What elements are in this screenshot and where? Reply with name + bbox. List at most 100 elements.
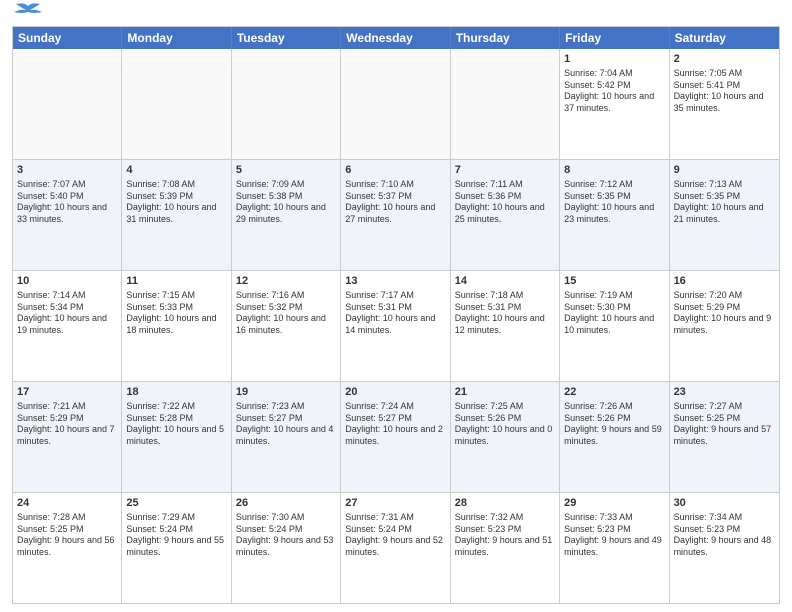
- day-number: 6: [345, 163, 445, 178]
- day-info: Sunrise: 7:27 AM Sunset: 5:25 PM Dayligh…: [674, 401, 775, 448]
- day-info: Sunrise: 7:04 AM Sunset: 5:42 PM Dayligh…: [564, 68, 664, 115]
- day-number: 24: [17, 496, 117, 511]
- day-number: 21: [455, 385, 555, 400]
- weekday-header-thursday: Thursday: [451, 27, 560, 49]
- day-info: Sunrise: 7:08 AM Sunset: 5:39 PM Dayligh…: [126, 179, 226, 226]
- day-info: Sunrise: 7:16 AM Sunset: 5:32 PM Dayligh…: [236, 290, 336, 337]
- logo: [12, 10, 42, 20]
- calendar-cell-day-24: 24Sunrise: 7:28 AM Sunset: 5:25 PM Dayli…: [13, 493, 122, 603]
- day-info: Sunrise: 7:07 AM Sunset: 5:40 PM Dayligh…: [17, 179, 117, 226]
- calendar-cell-day-3: 3Sunrise: 7:07 AM Sunset: 5:40 PM Daylig…: [13, 160, 122, 270]
- calendar-cell-day-2: 2Sunrise: 7:05 AM Sunset: 5:41 PM Daylig…: [670, 49, 779, 159]
- day-info: Sunrise: 7:34 AM Sunset: 5:23 PM Dayligh…: [674, 512, 775, 559]
- day-number: 11: [126, 274, 226, 289]
- day-number: 8: [564, 163, 664, 178]
- day-number: 18: [126, 385, 226, 400]
- day-number: 1: [564, 52, 664, 67]
- day-info: Sunrise: 7:33 AM Sunset: 5:23 PM Dayligh…: [564, 512, 664, 559]
- day-info: Sunrise: 7:10 AM Sunset: 5:37 PM Dayligh…: [345, 179, 445, 226]
- weekday-header-sunday: Sunday: [13, 27, 122, 49]
- day-number: 9: [674, 163, 775, 178]
- day-number: 15: [564, 274, 664, 289]
- calendar-cell-day-18: 18Sunrise: 7:22 AM Sunset: 5:28 PM Dayli…: [122, 382, 231, 492]
- day-info: Sunrise: 7:26 AM Sunset: 5:26 PM Dayligh…: [564, 401, 664, 448]
- calendar-header: SundayMondayTuesdayWednesdayThursdayFrid…: [13, 27, 779, 49]
- day-number: 10: [17, 274, 117, 289]
- calendar-cell-day-19: 19Sunrise: 7:23 AM Sunset: 5:27 PM Dayli…: [232, 382, 341, 492]
- day-number: 2: [674, 52, 775, 67]
- calendar-cell-day-11: 11Sunrise: 7:15 AM Sunset: 5:33 PM Dayli…: [122, 271, 231, 381]
- calendar-cell-empty: [122, 49, 231, 159]
- day-info: Sunrise: 7:15 AM Sunset: 5:33 PM Dayligh…: [126, 290, 226, 337]
- day-number: 14: [455, 274, 555, 289]
- day-number: 17: [17, 385, 117, 400]
- calendar-cell-day-16: 16Sunrise: 7:20 AM Sunset: 5:29 PM Dayli…: [670, 271, 779, 381]
- weekday-header-saturday: Saturday: [670, 27, 779, 49]
- calendar-cell-day-14: 14Sunrise: 7:18 AM Sunset: 5:31 PM Dayli…: [451, 271, 560, 381]
- calendar-cell-empty: [232, 49, 341, 159]
- calendar-cell-day-25: 25Sunrise: 7:29 AM Sunset: 5:24 PM Dayli…: [122, 493, 231, 603]
- day-info: Sunrise: 7:21 AM Sunset: 5:29 PM Dayligh…: [17, 401, 117, 448]
- day-number: 28: [455, 496, 555, 511]
- day-info: Sunrise: 7:14 AM Sunset: 5:34 PM Dayligh…: [17, 290, 117, 337]
- day-info: Sunrise: 7:18 AM Sunset: 5:31 PM Dayligh…: [455, 290, 555, 337]
- day-number: 30: [674, 496, 775, 511]
- day-info: Sunrise: 7:11 AM Sunset: 5:36 PM Dayligh…: [455, 179, 555, 226]
- day-number: 4: [126, 163, 226, 178]
- calendar-body: 1Sunrise: 7:04 AM Sunset: 5:42 PM Daylig…: [13, 49, 779, 603]
- day-number: 26: [236, 496, 336, 511]
- calendar-cell-day-23: 23Sunrise: 7:27 AM Sunset: 5:25 PM Dayli…: [670, 382, 779, 492]
- calendar-row-2: 10Sunrise: 7:14 AM Sunset: 5:34 PM Dayli…: [13, 270, 779, 381]
- day-number: 5: [236, 163, 336, 178]
- calendar-cell-day-15: 15Sunrise: 7:19 AM Sunset: 5:30 PM Dayli…: [560, 271, 669, 381]
- calendar-cell-day-20: 20Sunrise: 7:24 AM Sunset: 5:27 PM Dayli…: [341, 382, 450, 492]
- day-number: 7: [455, 163, 555, 178]
- weekday-header-friday: Friday: [560, 27, 669, 49]
- calendar-cell-day-6: 6Sunrise: 7:10 AM Sunset: 5:37 PM Daylig…: [341, 160, 450, 270]
- day-number: 20: [345, 385, 445, 400]
- day-info: Sunrise: 7:30 AM Sunset: 5:24 PM Dayligh…: [236, 512, 336, 559]
- day-info: Sunrise: 7:24 AM Sunset: 5:27 PM Dayligh…: [345, 401, 445, 448]
- day-info: Sunrise: 7:19 AM Sunset: 5:30 PM Dayligh…: [564, 290, 664, 337]
- calendar-cell-day-17: 17Sunrise: 7:21 AM Sunset: 5:29 PM Dayli…: [13, 382, 122, 492]
- day-number: 13: [345, 274, 445, 289]
- calendar-cell-day-22: 22Sunrise: 7:26 AM Sunset: 5:26 PM Dayli…: [560, 382, 669, 492]
- day-number: 22: [564, 385, 664, 400]
- calendar-cell-day-13: 13Sunrise: 7:17 AM Sunset: 5:31 PM Dayli…: [341, 271, 450, 381]
- day-info: Sunrise: 7:28 AM Sunset: 5:25 PM Dayligh…: [17, 512, 117, 559]
- calendar-cell-day-4: 4Sunrise: 7:08 AM Sunset: 5:39 PM Daylig…: [122, 160, 231, 270]
- calendar-cell-day-7: 7Sunrise: 7:11 AM Sunset: 5:36 PM Daylig…: [451, 160, 560, 270]
- day-number: 25: [126, 496, 226, 511]
- calendar-cell-day-12: 12Sunrise: 7:16 AM Sunset: 5:32 PM Dayli…: [232, 271, 341, 381]
- day-info: Sunrise: 7:05 AM Sunset: 5:41 PM Dayligh…: [674, 68, 775, 115]
- calendar-cell-day-27: 27Sunrise: 7:31 AM Sunset: 5:24 PM Dayli…: [341, 493, 450, 603]
- calendar-cell-day-8: 8Sunrise: 7:12 AM Sunset: 5:35 PM Daylig…: [560, 160, 669, 270]
- calendar-row-4: 24Sunrise: 7:28 AM Sunset: 5:25 PM Dayli…: [13, 492, 779, 603]
- day-info: Sunrise: 7:32 AM Sunset: 5:23 PM Dayligh…: [455, 512, 555, 559]
- day-info: Sunrise: 7:09 AM Sunset: 5:38 PM Dayligh…: [236, 179, 336, 226]
- calendar-row-3: 17Sunrise: 7:21 AM Sunset: 5:29 PM Dayli…: [13, 381, 779, 492]
- day-number: 23: [674, 385, 775, 400]
- calendar-cell-day-5: 5Sunrise: 7:09 AM Sunset: 5:38 PM Daylig…: [232, 160, 341, 270]
- page: SundayMondayTuesdayWednesdayThursdayFrid…: [0, 0, 792, 612]
- calendar-cell-empty: [13, 49, 122, 159]
- logo-bird-icon: [14, 2, 42, 20]
- day-info: Sunrise: 7:22 AM Sunset: 5:28 PM Dayligh…: [126, 401, 226, 448]
- calendar-cell-day-9: 9Sunrise: 7:13 AM Sunset: 5:35 PM Daylig…: [670, 160, 779, 270]
- calendar-cell-day-28: 28Sunrise: 7:32 AM Sunset: 5:23 PM Dayli…: [451, 493, 560, 603]
- header: [12, 10, 780, 20]
- calendar-cell-day-1: 1Sunrise: 7:04 AM Sunset: 5:42 PM Daylig…: [560, 49, 669, 159]
- day-info: Sunrise: 7:23 AM Sunset: 5:27 PM Dayligh…: [236, 401, 336, 448]
- calendar-row-1: 3Sunrise: 7:07 AM Sunset: 5:40 PM Daylig…: [13, 159, 779, 270]
- calendar-cell-empty: [341, 49, 450, 159]
- day-info: Sunrise: 7:17 AM Sunset: 5:31 PM Dayligh…: [345, 290, 445, 337]
- calendar-cell-day-26: 26Sunrise: 7:30 AM Sunset: 5:24 PM Dayli…: [232, 493, 341, 603]
- calendar-cell-day-29: 29Sunrise: 7:33 AM Sunset: 5:23 PM Dayli…: [560, 493, 669, 603]
- day-info: Sunrise: 7:31 AM Sunset: 5:24 PM Dayligh…: [345, 512, 445, 559]
- day-number: 29: [564, 496, 664, 511]
- calendar-cell-day-21: 21Sunrise: 7:25 AM Sunset: 5:26 PM Dayli…: [451, 382, 560, 492]
- weekday-header-tuesday: Tuesday: [232, 27, 341, 49]
- day-number: 3: [17, 163, 117, 178]
- weekday-header-wednesday: Wednesday: [341, 27, 450, 49]
- calendar-row-0: 1Sunrise: 7:04 AM Sunset: 5:42 PM Daylig…: [13, 49, 779, 159]
